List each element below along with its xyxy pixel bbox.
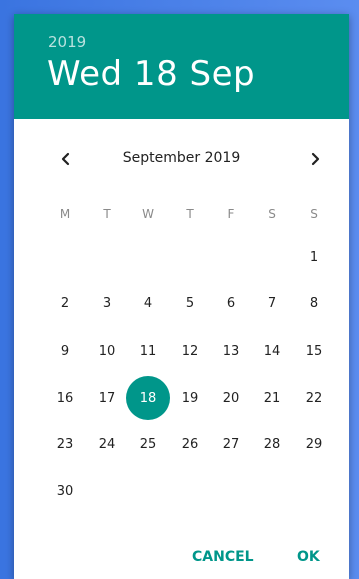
next-month-button[interactable]	[300, 144, 330, 174]
day-cell[interactable]: 28	[250, 422, 294, 466]
cancel-button[interactable]: CANCEL	[192, 549, 254, 565]
day-cell[interactable]: 8	[292, 281, 336, 325]
day-cell[interactable]: 27	[209, 422, 253, 466]
window-frame: 2019 Wed 18 Sep September 2019 MTWTFSS 1…	[0, 0, 359, 579]
weekday-header: MTWTFSS	[50, 207, 318, 227]
day-cell[interactable]: 23	[43, 422, 87, 466]
day-cell[interactable]: 7	[250, 281, 294, 325]
day-cell[interactable]: 2	[43, 281, 87, 325]
day-cell[interactable]: 5	[168, 281, 212, 325]
day-cell[interactable]: 16	[43, 376, 87, 420]
day-cell[interactable]: 12	[168, 329, 212, 373]
day-cell[interactable]: 21	[250, 376, 294, 420]
day-cell[interactable]: 30	[43, 469, 87, 513]
weekday-label: F	[227, 207, 235, 221]
day-cell[interactable]: 6	[209, 281, 253, 325]
month-navigation: September 2019	[14, 144, 349, 174]
day-cell[interactable]: 9	[43, 329, 87, 373]
weekday-label: T	[103, 207, 111, 221]
day-cell[interactable]: 14	[250, 329, 294, 373]
day-cell[interactable]: 13	[209, 329, 253, 373]
day-cell-selected[interactable]: 18	[126, 376, 170, 420]
day-cell[interactable]: 19	[168, 376, 212, 420]
weekday-label: S	[268, 207, 276, 221]
day-cell[interactable]: 24	[85, 422, 129, 466]
year-label[interactable]: 2019	[48, 33, 86, 51]
day-cell[interactable]: 22	[292, 376, 336, 420]
day-cell[interactable]: 4	[126, 281, 170, 325]
day-cell[interactable]: 17	[85, 376, 129, 420]
day-cell[interactable]: 11	[126, 329, 170, 373]
month-label: September 2019	[122, 150, 241, 166]
day-cell[interactable]: 29	[292, 422, 336, 466]
day-cell[interactable]: 15	[292, 329, 336, 373]
day-cell[interactable]: 1	[292, 235, 336, 279]
dialog-actions: CANCEL OK	[14, 549, 349, 579]
ok-button[interactable]: OK	[297, 549, 320, 565]
day-cell[interactable]: 26	[168, 422, 212, 466]
day-cell[interactable]: 20	[209, 376, 253, 420]
weekday-label: M	[59, 207, 71, 221]
weekday-label: W	[142, 207, 154, 221]
chevron-right-icon	[311, 152, 320, 166]
date-picker-dialog: 2019 Wed 18 Sep September 2019 MTWTFSS 1…	[14, 14, 349, 579]
selected-date-label[interactable]: Wed 18 Sep	[47, 54, 255, 94]
day-cell[interactable]: 3	[85, 281, 129, 325]
day-cell[interactable]: 10	[85, 329, 129, 373]
day-cell[interactable]: 25	[126, 422, 170, 466]
dialog-header: 2019 Wed 18 Sep	[14, 14, 349, 119]
weekday-label: T	[186, 207, 194, 221]
weekday-label: S	[310, 207, 318, 221]
